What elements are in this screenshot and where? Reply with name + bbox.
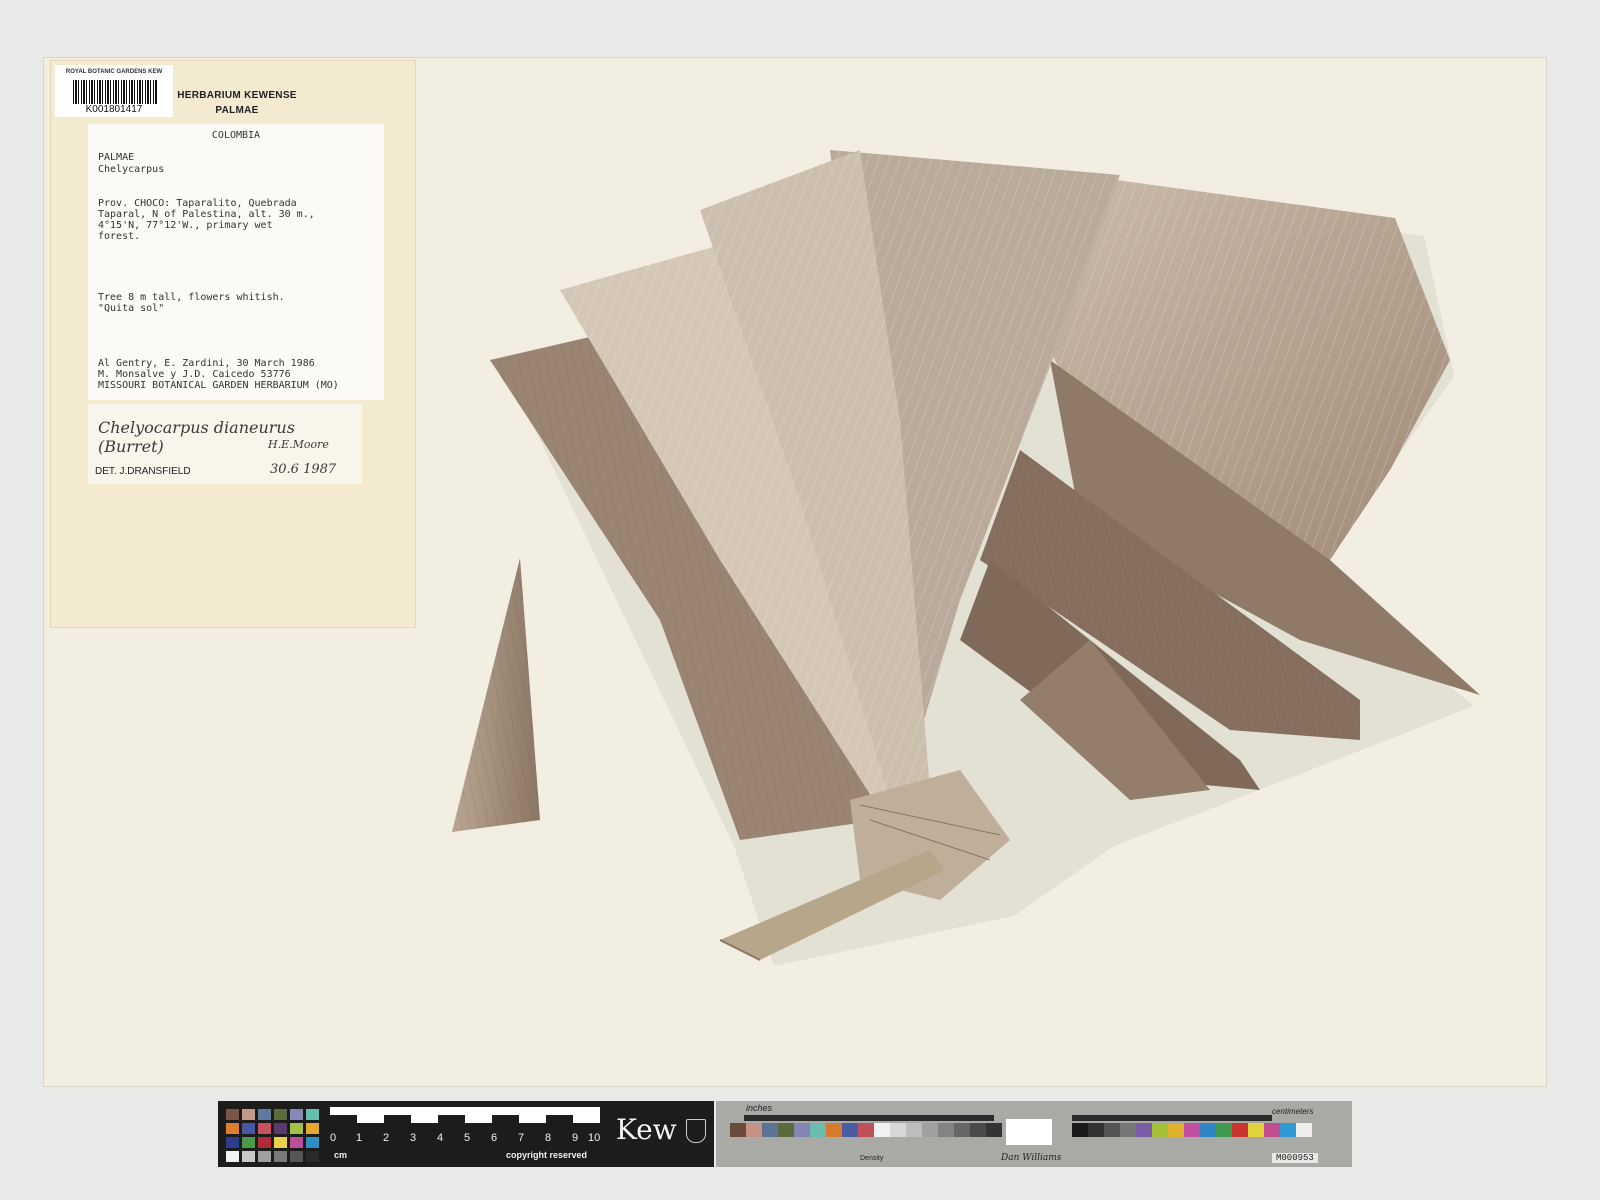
cm-ruler: 0 1 2 3 4 5 6 7 8 9 10 cm copyright rese… [326, 1101, 604, 1167]
color-target-card: inches centimeters Density Dan Williams … [716, 1101, 1352, 1167]
ruler-unit: cm [334, 1150, 348, 1160]
color-swatch [274, 1109, 287, 1120]
color-swatch [226, 1109, 239, 1120]
color-swatch [306, 1151, 319, 1162]
color-swatch [226, 1151, 239, 1162]
color-swatch [290, 1109, 303, 1120]
color-swatch [258, 1151, 271, 1162]
ruler-label-7: 7 [518, 1132, 525, 1144]
color-swatch [258, 1137, 271, 1148]
color-swatch [258, 1123, 271, 1134]
kew-logo: Kew [616, 1113, 677, 1146]
ruler-label-9: 9 [572, 1132, 579, 1144]
color-swatch [274, 1151, 287, 1162]
color-swatch [258, 1109, 271, 1120]
ruler-label-2: 2 [383, 1132, 390, 1144]
color-swatch [290, 1123, 303, 1134]
ruler-label-5: 5 [464, 1132, 471, 1144]
color-swatch [306, 1123, 319, 1134]
color-swatch [242, 1123, 255, 1134]
kew-logo-block: Kew [604, 1101, 714, 1167]
ruler-label-6: 6 [491, 1132, 498, 1144]
ruler-label-8: 8 [545, 1132, 552, 1144]
color-swatch [290, 1151, 303, 1162]
color-swatch [290, 1137, 303, 1148]
color-swatch [242, 1151, 255, 1162]
ruler-label-0: 0 [330, 1132, 337, 1144]
ruler-label-1: 1 [356, 1132, 363, 1144]
color-swatch [242, 1109, 255, 1120]
target-swatches [730, 1115, 1312, 1145]
ruler-label-10: 10 [588, 1132, 601, 1144]
ruler-label-4: 4 [437, 1132, 444, 1144]
ruler-label-3: 3 [410, 1132, 417, 1144]
color-swatch [242, 1137, 255, 1148]
color-swatch [274, 1137, 287, 1148]
color-swatch [226, 1123, 239, 1134]
color-swatch [226, 1137, 239, 1148]
palm-leaf-specimen [452, 150, 1480, 966]
color-swatch [306, 1137, 319, 1148]
color-swatch [274, 1123, 287, 1134]
color-checker [218, 1101, 326, 1167]
crest-icon [686, 1119, 706, 1143]
color-swatch [306, 1109, 319, 1120]
copyright-notice: copyright reserved [506, 1150, 588, 1160]
